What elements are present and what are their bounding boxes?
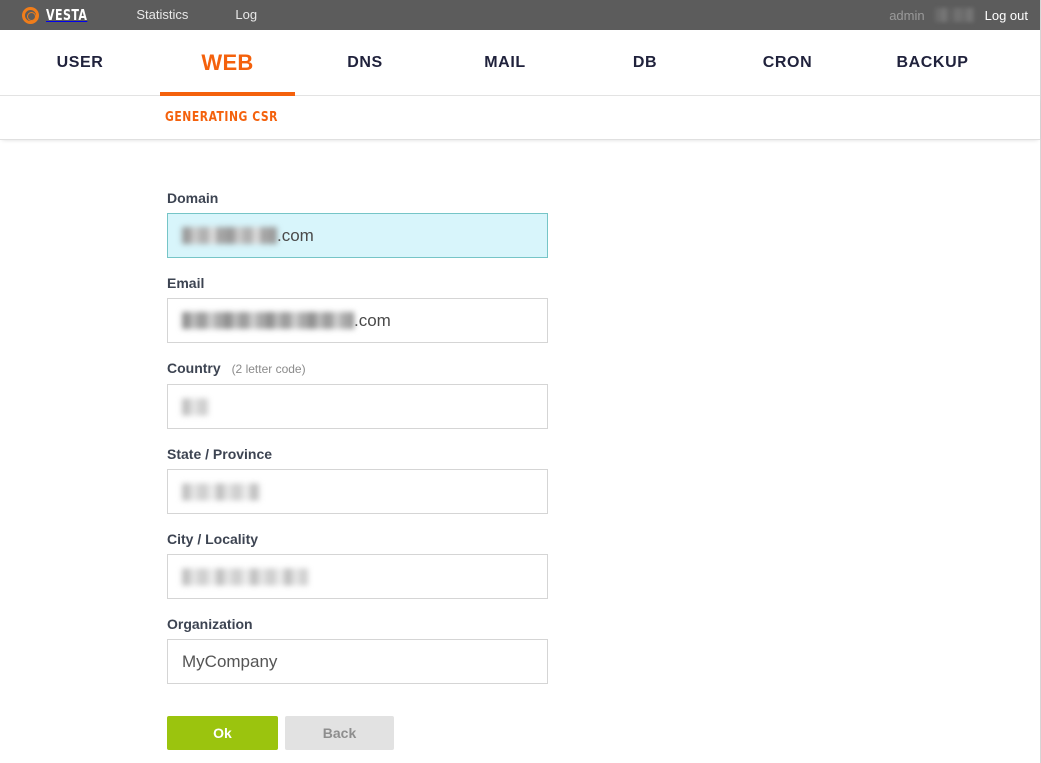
field-country: Country (2 letter code) bbox=[167, 359, 548, 429]
label-country: Country (2 letter code) bbox=[167, 359, 548, 378]
csr-form: Domain .com Email .com Country (2 letter… bbox=[167, 189, 548, 750]
input-organization[interactable] bbox=[167, 639, 548, 684]
input-wrap-state-province bbox=[167, 469, 548, 514]
current-user-label: admin bbox=[889, 7, 925, 23]
field-organization: Organization bbox=[167, 615, 548, 684]
label-email-text: Email bbox=[167, 275, 205, 291]
label-state-province-text: State / Province bbox=[167, 446, 273, 462]
vesta-logo-link[interactable]: VESTA bbox=[22, 6, 96, 24]
tab-web[interactable]: WEB bbox=[160, 30, 295, 96]
input-city-locality[interactable] bbox=[167, 554, 548, 599]
input-wrap-organization bbox=[167, 639, 548, 684]
top-link-log[interactable]: Log bbox=[235, 0, 257, 30]
input-wrap-email: .com bbox=[167, 298, 548, 343]
field-city-locality: City / Locality bbox=[167, 530, 548, 599]
ok-button[interactable]: Ok bbox=[167, 716, 278, 750]
field-domain: Domain .com bbox=[167, 189, 548, 258]
tab-mail[interactable]: MAIL bbox=[435, 30, 575, 95]
input-wrap-country bbox=[167, 384, 548, 429]
top-link-statistics[interactable]: Statistics bbox=[136, 0, 188, 30]
top-bar-right: admin Log out bbox=[889, 0, 1028, 30]
input-country[interactable] bbox=[167, 384, 548, 429]
label-state-province: State / Province bbox=[167, 445, 548, 463]
label-organization-text: Organization bbox=[167, 616, 253, 632]
subnav-generating-csr[interactable]: GENERATING CSR bbox=[165, 110, 278, 125]
label-email: Email bbox=[167, 274, 548, 292]
label-organization: Organization bbox=[167, 615, 548, 633]
field-state-province: State / Province bbox=[167, 445, 548, 514]
sub-nav: GENERATING CSR bbox=[0, 96, 1040, 140]
input-domain[interactable] bbox=[167, 213, 548, 258]
vesta-ring-icon bbox=[22, 6, 39, 24]
redacted-user-detail bbox=[934, 8, 975, 22]
brand-name: VESTA bbox=[46, 6, 88, 24]
label-domain-text: Domain bbox=[167, 190, 219, 206]
main-tab-nav: USER WEB DNS MAIL DB CRON BACKUP bbox=[0, 30, 1040, 96]
form-actions: Ok Back bbox=[167, 716, 548, 750]
label-country-text: Country bbox=[167, 360, 221, 376]
logout-link[interactable]: Log out bbox=[985, 8, 1028, 23]
label-country-hint: (2 letter code) bbox=[231, 362, 306, 376]
top-bar: VESTA Statistics Log admin Log out bbox=[0, 0, 1040, 30]
label-domain: Domain bbox=[167, 189, 548, 207]
tab-dns[interactable]: DNS bbox=[295, 30, 435, 95]
field-email: Email .com bbox=[167, 274, 548, 343]
top-links: Statistics Log bbox=[136, 0, 257, 30]
tab-backup[interactable]: BACKUP bbox=[860, 30, 1005, 95]
tab-cron[interactable]: CRON bbox=[715, 30, 860, 95]
tab-user[interactable]: USER bbox=[0, 30, 160, 95]
input-wrap-city-locality bbox=[167, 554, 548, 599]
tab-db[interactable]: DB bbox=[575, 30, 715, 95]
content-area: Domain .com Email .com Country (2 letter… bbox=[0, 140, 1040, 763]
label-city-locality: City / Locality bbox=[167, 530, 548, 548]
vesta-control-panel: VESTA Statistics Log admin Log out USER … bbox=[0, 0, 1041, 763]
back-button[interactable]: Back bbox=[285, 716, 394, 750]
input-email[interactable] bbox=[167, 298, 548, 343]
label-city-locality-text: City / Locality bbox=[167, 531, 259, 547]
input-state-province[interactable] bbox=[167, 469, 548, 514]
input-wrap-domain: .com bbox=[167, 213, 548, 258]
